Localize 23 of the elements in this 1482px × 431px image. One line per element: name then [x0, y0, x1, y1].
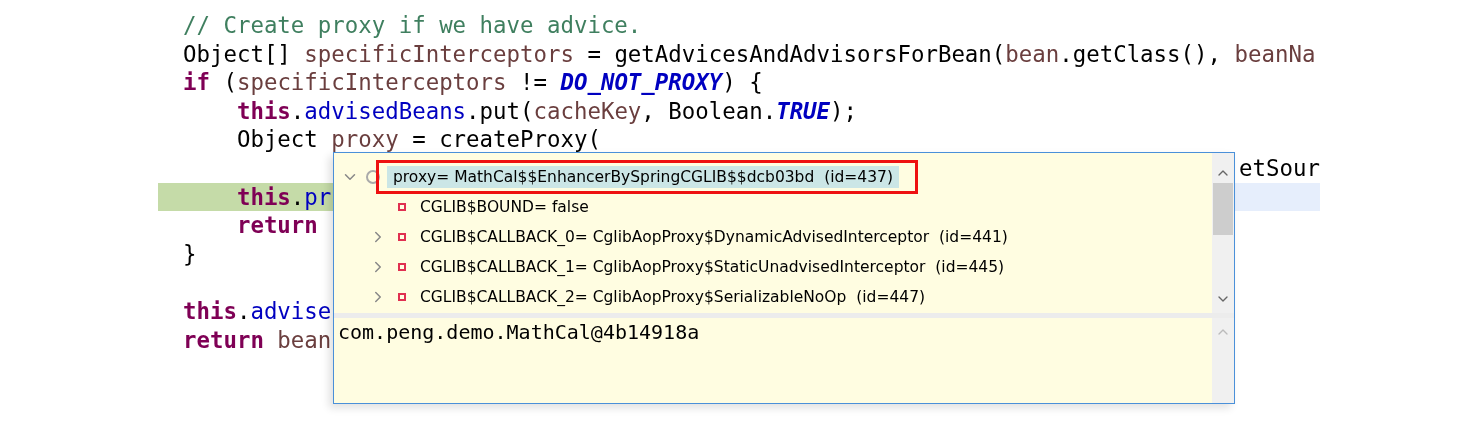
- code-line: return: [235, 211, 318, 240]
- code-line: if (specificInterceptors != DO_NOT_PROXY) {: [183, 68, 763, 97]
- code-line: this.advise: [183, 296, 332, 326]
- tree-item[interactable]: CGLIB$CALLBACK_1= CglibAopProxy$StaticUnadvisedInterceptor (id=445): [414, 256, 1011, 278]
- code-line: return bean: [183, 325, 332, 355]
- field-icon: [398, 203, 406, 211]
- tree-item[interactable]: proxy= MathCal$$EnhancerBySpringCGLIB$$dcb03bd (id=437): [387, 166, 899, 188]
- field-icon: [398, 293, 406, 301]
- scrollbar[interactable]: [1212, 318, 1234, 403]
- code-line: this.advisedBeans.put(cacheKey, Boolean.TRUE);: [235, 96, 858, 126]
- code-line: Object[] specificInterceptors = getAdvicesAndAdvisorsForBean(bean.getClass(), beanNa: [183, 39, 1316, 69]
- code-line: etSour: [1239, 153, 1320, 183]
- scrollbar[interactable]: [1212, 153, 1234, 313]
- code-line: }: [183, 239, 197, 269]
- code-line: Object proxy = createProxy(: [235, 125, 601, 154]
- field-icon: [398, 263, 406, 271]
- field-icon: [398, 233, 406, 241]
- code-line: // Create proxy if we have advice.: [183, 11, 642, 40]
- detail-text: com.peng.demo.MathCal@4b14918a: [337, 319, 701, 346]
- tree-item[interactable]: CGLIB$CALLBACK_2= CglibAopProxy$SerializableNoOp (id=447): [414, 286, 932, 308]
- tree-item[interactable]: CGLIB$BOUND= false: [414, 196, 595, 218]
- tree-item[interactable]: CGLIB$CALLBACK_0= CglibAopProxy$DynamicAdvisedInterceptor (id=441): [414, 226, 1014, 248]
- code-line: this.pr: [235, 182, 332, 212]
